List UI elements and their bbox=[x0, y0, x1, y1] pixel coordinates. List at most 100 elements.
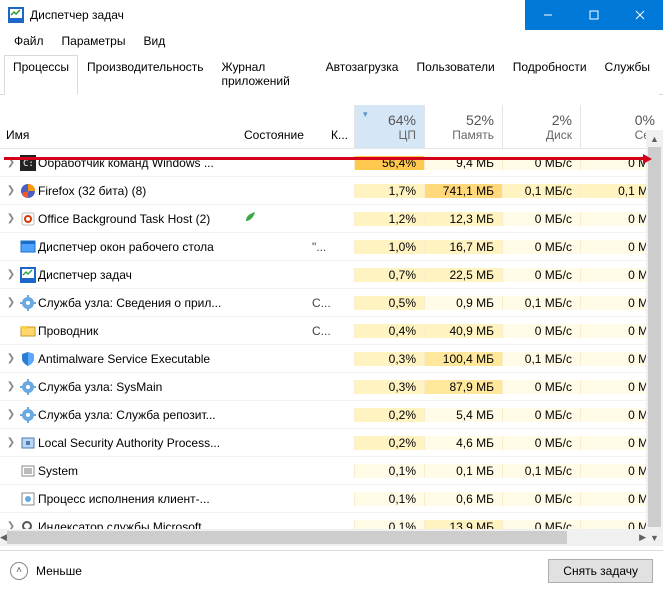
expand-icon[interactable]: ❯ bbox=[0, 437, 18, 448]
tab-processes[interactable]: Процессы bbox=[4, 55, 78, 95]
menu-options[interactable]: Параметры bbox=[54, 32, 134, 48]
close-button[interactable] bbox=[617, 0, 663, 30]
vertical-scrollbar[interactable]: ▲ ▼ bbox=[646, 130, 663, 546]
disk-cell: 0 МБ/с bbox=[502, 436, 580, 450]
header-status[interactable]: Состояние bbox=[238, 105, 306, 148]
end-task-button[interactable]: Снять задачу bbox=[548, 559, 653, 583]
scroll-right-icon[interactable]: ▶ bbox=[639, 529, 646, 546]
process-name: System bbox=[38, 464, 238, 478]
scroll-up-icon[interactable]: ▲ bbox=[646, 130, 663, 147]
mem-cell: 0,1 МБ bbox=[424, 464, 502, 478]
table-row[interactable]: ❯Служба узла: Сведения о прил...С...0,5%… bbox=[0, 289, 663, 317]
header-memory[interactable]: 52% Память bbox=[424, 105, 502, 148]
process-name: Служба узла: Служба репозит... bbox=[38, 408, 238, 422]
table-row[interactable]: ❯Office Background Task Host (2)1,2%12,3… bbox=[0, 205, 663, 233]
process-icon bbox=[18, 323, 38, 339]
cpu-cell: 56,4% bbox=[354, 156, 424, 170]
process-icon bbox=[18, 463, 38, 479]
process-icon bbox=[18, 239, 38, 255]
scroll-down-icon[interactable]: ▼ bbox=[646, 529, 663, 546]
horizontal-scrollbar[interactable]: ◀ ▶ bbox=[0, 529, 646, 546]
expand-icon[interactable]: ❯ bbox=[0, 185, 18, 196]
tab-performance[interactable]: Производительность bbox=[78, 55, 212, 95]
svg-text:C:: C: bbox=[23, 159, 34, 169]
menu-view[interactable]: Вид bbox=[135, 32, 173, 48]
expand-icon[interactable]: ❯ bbox=[0, 213, 18, 224]
cpu-percent: 64% bbox=[388, 112, 416, 128]
expand-icon[interactable]: ❯ bbox=[0, 297, 18, 308]
process-icon bbox=[18, 407, 38, 423]
mem-cell: 100,4 МБ bbox=[424, 352, 502, 366]
table-row[interactable]: ❯Служба узла: Служба репозит...0,2%5,4 М… bbox=[0, 401, 663, 429]
cpu-cell: 0,7% bbox=[354, 268, 424, 282]
table-row[interactable]: ❯Antimalware Service Executable0,3%100,4… bbox=[0, 345, 663, 373]
cpu-cell: 0,3% bbox=[354, 352, 424, 366]
tab-apphistory[interactable]: Журнал приложений bbox=[213, 55, 317, 95]
expand-icon[interactable]: ❯ bbox=[0, 269, 18, 280]
column-headers: Имя Состояние К... ▾ 64% ЦП 52% Память 2… bbox=[0, 105, 663, 149]
header-k[interactable]: К... bbox=[306, 105, 354, 148]
tab-users[interactable]: Пользователи bbox=[407, 55, 503, 95]
chevron-up-icon: ˄ bbox=[10, 562, 28, 580]
process-name: Firefox (32 бита) (8) bbox=[38, 184, 238, 198]
window-title: Диспетчер задач bbox=[30, 8, 525, 22]
table-row[interactable]: ❯Firefox (32 бита) (8)1,7%741,1 МБ0,1 МБ… bbox=[0, 177, 663, 205]
table-row[interactable]: ❯ C: Обработчик команд Windows ... 56,4%9,4… bbox=[0, 149, 663, 177]
header-cpu[interactable]: ▾ 64% ЦП bbox=[354, 105, 424, 148]
mem-label: Память bbox=[452, 128, 494, 142]
scroll-thumb-h[interactable] bbox=[7, 531, 567, 544]
mem-cell: 741,1 МБ bbox=[424, 184, 502, 198]
process-name: Office Background Task Host (2) bbox=[38, 212, 238, 226]
expand-icon[interactable]: ❯ bbox=[0, 409, 18, 420]
table-row[interactable]: System0,1%0,1 МБ0,1 МБ/с0 Мб bbox=[0, 457, 663, 485]
header-disk[interactable]: 2% Диск bbox=[502, 105, 580, 148]
disk-cell: 0,1 МБ/с bbox=[502, 296, 580, 310]
cpu-cell: 0,2% bbox=[354, 408, 424, 422]
fewer-details-button[interactable]: ˄ Меньше bbox=[10, 562, 82, 580]
scroll-left-icon[interactable]: ◀ bbox=[0, 529, 7, 546]
process-name: Процесс исполнения клиент-... bbox=[38, 492, 238, 506]
k-cell: С... bbox=[306, 324, 354, 338]
tab-details[interactable]: Подробности bbox=[504, 55, 596, 95]
mem-cell: 9,4 МБ bbox=[424, 156, 502, 170]
maximize-button[interactable] bbox=[571, 0, 617, 30]
cpu-cell: 1,0% bbox=[354, 240, 424, 254]
tab-bar: Процессы Производительность Журнал прило… bbox=[0, 50, 663, 95]
expand-icon[interactable]: ❯ bbox=[0, 353, 18, 364]
mem-cell: 40,9 МБ bbox=[424, 324, 502, 338]
tab-startup[interactable]: Автозагрузка bbox=[317, 55, 408, 95]
process-name: Проводник bbox=[38, 324, 238, 338]
disk-cell: 0,1 МБ/с bbox=[502, 464, 580, 478]
titlebar[interactable]: Диспетчер задач bbox=[0, 0, 663, 30]
process-name: Диспетчер окон рабочего стола bbox=[38, 240, 238, 254]
disk-cell: 0 МБ/с bbox=[502, 156, 580, 170]
cpu-cell: 0,3% bbox=[354, 380, 424, 394]
disk-cell: 0 МБ/с bbox=[502, 212, 580, 226]
table-row[interactable]: Диспетчер окон рабочего стола"...1,0%16,… bbox=[0, 233, 663, 261]
minimize-button[interactable] bbox=[525, 0, 571, 30]
table-row[interactable]: Процесс исполнения клиент-...0,1%0,6 МБ0… bbox=[0, 485, 663, 513]
tab-services[interactable]: Службы bbox=[596, 55, 659, 95]
scroll-thumb[interactable] bbox=[648, 147, 661, 527]
process-name: Local Security Authority Process... bbox=[38, 436, 238, 450]
table-row[interactable]: ❯Диспетчер задач0,7%22,5 МБ0 МБ/с0 Мб bbox=[0, 261, 663, 289]
table-row[interactable]: ❯Служба узла: SysMain0,3%87,9 МБ0 МБ/с0 … bbox=[0, 373, 663, 401]
net-percent: 0% bbox=[635, 112, 655, 128]
cpu-cell: 0,1% bbox=[354, 492, 424, 506]
cpu-cell: 1,2% bbox=[354, 212, 424, 226]
disk-cell: 0,1 МБ/с bbox=[502, 184, 580, 198]
k-cell: "... bbox=[306, 240, 354, 254]
menu-file[interactable]: Файл bbox=[6, 32, 52, 48]
expand-icon[interactable]: ❯ bbox=[0, 157, 18, 168]
footer: ˄ Меньше Снять задачу bbox=[0, 550, 663, 590]
table-row[interactable]: ❯ Local Security Authority Process... 0,2%… bbox=[0, 429, 663, 457]
menubar: Файл Параметры Вид bbox=[0, 30, 663, 50]
cpu-cell: 0,2% bbox=[354, 436, 424, 450]
table-row[interactable]: ПроводникС...0,4%40,9 МБ0 МБ/с0 Мб bbox=[0, 317, 663, 345]
expand-icon[interactable]: ❯ bbox=[0, 381, 18, 392]
process-name: Обработчик команд Windows ... bbox=[38, 156, 238, 170]
process-icon bbox=[18, 379, 38, 395]
header-name[interactable]: Имя bbox=[0, 105, 238, 148]
leaf-icon bbox=[244, 211, 256, 223]
cpu-cell: 0,5% bbox=[354, 296, 424, 310]
